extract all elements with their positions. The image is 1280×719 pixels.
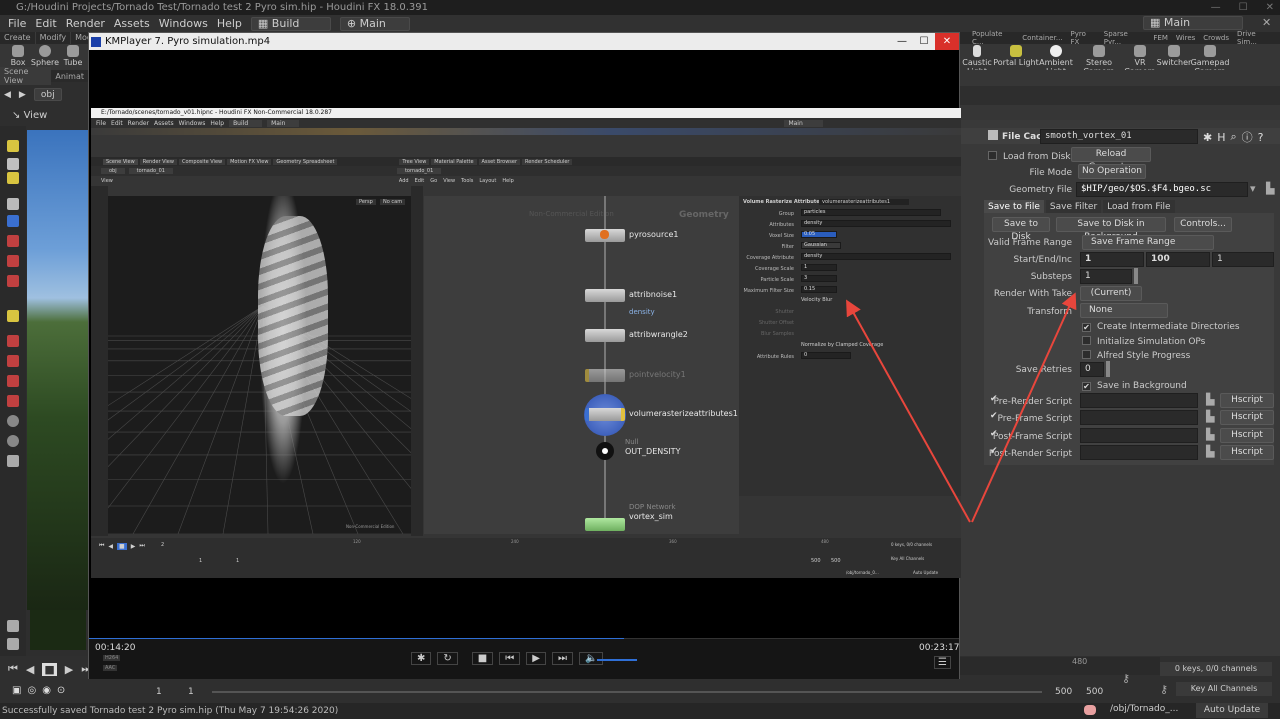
arrow-to-filter-size [846, 299, 971, 523]
annotation-arrows [846, 292, 1077, 523]
arrow-to-substeps [971, 292, 1077, 523]
